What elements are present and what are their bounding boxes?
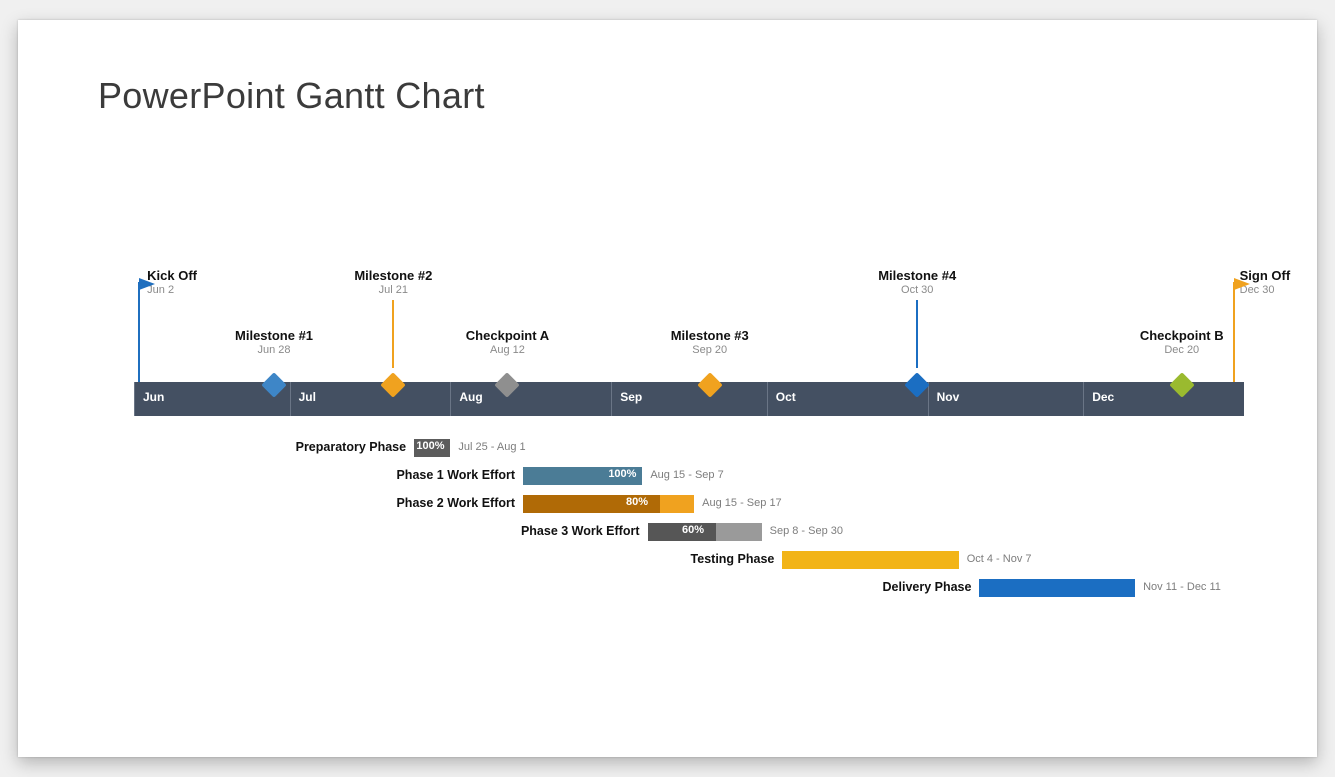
task-date-range: Aug 15 - Sep 7 bbox=[650, 469, 723, 481]
milestone-diamond: Checkpoint BDec 20 bbox=[1140, 328, 1224, 356]
task-label: Preparatory Phase bbox=[296, 440, 406, 454]
diamond-icon bbox=[381, 372, 406, 397]
milestone-date: Jun 28 bbox=[235, 344, 313, 356]
milestone-diamond: Milestone #1Jun 28 bbox=[235, 328, 313, 356]
milestone-label: Milestone #2 bbox=[354, 268, 432, 283]
task-row: Preparatory Phase 100% Jul 25 - Aug 1 bbox=[134, 438, 1244, 458]
milestone-label: Milestone #4 bbox=[878, 268, 956, 283]
task-label: Phase 3 Work Effort bbox=[521, 524, 640, 538]
task-row: Testing Phase Oct 4 - Nov 7 bbox=[134, 550, 1244, 570]
milestone-label: Checkpoint A bbox=[466, 328, 549, 343]
diamond-icon bbox=[1169, 372, 1194, 397]
milestone-label: Milestone #3 bbox=[671, 328, 749, 343]
task-date-range: Aug 15 - Sep 17 bbox=[702, 497, 782, 509]
task-date-range: Jul 25 - Aug 1 bbox=[458, 441, 525, 453]
milestone-pin bbox=[392, 300, 394, 368]
flag-pole bbox=[138, 282, 140, 382]
task-label: Testing Phase bbox=[691, 552, 775, 566]
flag-icon bbox=[1234, 278, 1252, 292]
task-bar bbox=[782, 551, 958, 569]
diamond-icon bbox=[495, 372, 520, 397]
task-percent: 80% bbox=[626, 496, 648, 508]
milestone-diamond: Milestone #2Jul 21 bbox=[354, 268, 432, 296]
milestone-label: Milestone #1 bbox=[235, 328, 313, 343]
milestones-layer: Kick OffJun 2Milestone #1Jun 28Milestone… bbox=[134, 20, 1244, 416]
task-label: Phase 1 Work Effort bbox=[396, 468, 515, 482]
slide-canvas: PowerPoint Gantt Chart JunJulAugSepOctNo… bbox=[18, 20, 1317, 757]
task-label: Delivery Phase bbox=[883, 580, 972, 594]
task-date-range: Sep 8 - Sep 30 bbox=[770, 525, 843, 537]
task-row: Phase 3 Work Effort 60% Sep 8 - Sep 30 bbox=[134, 522, 1244, 542]
task-label: Phase 2 Work Effort bbox=[396, 496, 515, 510]
milestone-date: Oct 30 bbox=[878, 284, 956, 296]
task-row: Phase 1 Work Effort 100% Aug 15 - Sep 7 bbox=[134, 466, 1244, 486]
flag-pole bbox=[1233, 282, 1235, 382]
milestone-label: Checkpoint B bbox=[1140, 328, 1224, 343]
milestone-date: Jul 21 bbox=[354, 284, 432, 296]
task-percent: 100% bbox=[608, 468, 636, 480]
task-date-range: Oct 4 - Nov 7 bbox=[967, 553, 1032, 565]
milestone-date: Aug 12 bbox=[466, 344, 549, 356]
task-date-range: Nov 11 - Dec 11 bbox=[1143, 581, 1221, 593]
task-bar bbox=[523, 495, 694, 513]
diamond-icon bbox=[904, 372, 929, 397]
milestone-diamond: Checkpoint AAug 12 bbox=[466, 328, 549, 356]
milestone-diamond: Milestone #4Oct 30 bbox=[878, 268, 956, 296]
task-percent: 60% bbox=[682, 524, 704, 536]
task-bar bbox=[979, 579, 1135, 597]
task-bar bbox=[648, 523, 762, 541]
milestone-date: Dec 20 bbox=[1140, 344, 1224, 356]
diamond-icon bbox=[697, 372, 722, 397]
task-percent: 100% bbox=[416, 440, 444, 452]
task-row: Delivery Phase Nov 11 - Dec 11 bbox=[134, 578, 1244, 598]
milestone-diamond: Milestone #3Sep 20 bbox=[671, 328, 749, 356]
gantt-tasks: Preparatory Phase 100% Jul 25 - Aug 1 Phase… bbox=[134, 430, 1244, 598]
flag-icon bbox=[139, 278, 157, 292]
diamond-icon bbox=[261, 372, 286, 397]
task-row: Phase 2 Work Effort 80% Aug 15 - Sep 17 bbox=[134, 494, 1244, 514]
milestone-pin bbox=[916, 300, 918, 368]
milestone-date: Sep 20 bbox=[671, 344, 749, 356]
